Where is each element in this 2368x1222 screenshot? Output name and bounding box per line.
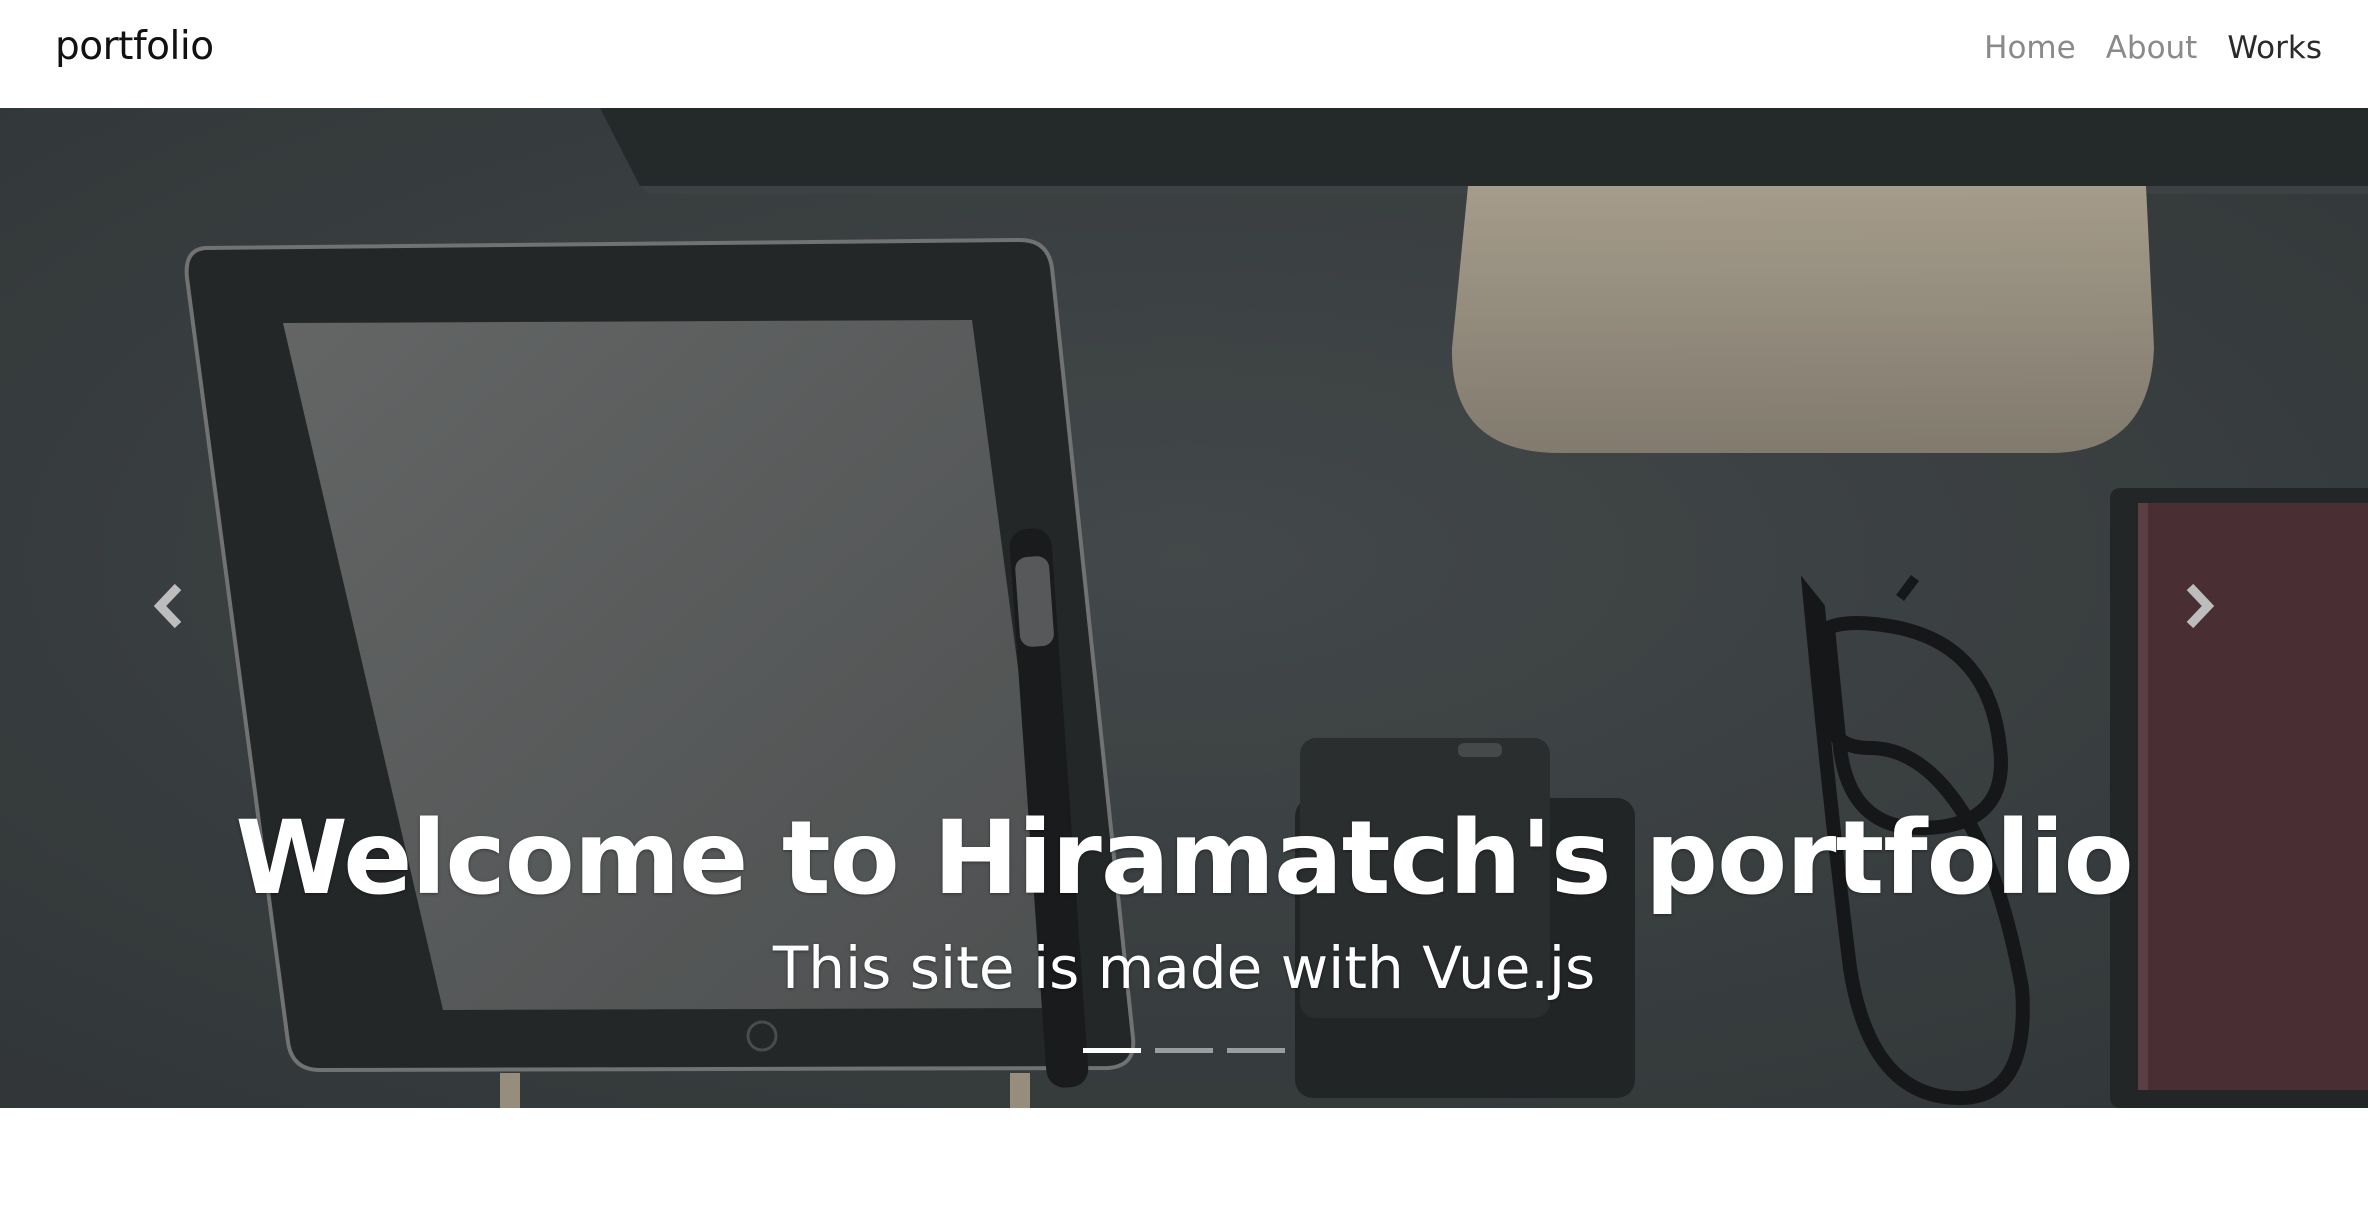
nav-link-about[interactable]: About xyxy=(2106,30,2198,66)
carousel-indicators xyxy=(0,1048,2368,1053)
carousel-indicator-1[interactable] xyxy=(1083,1048,1141,1053)
carousel-indicator-3[interactable] xyxy=(1227,1048,1285,1053)
nav-links: Home About Works xyxy=(1984,30,2322,66)
nav-link-works[interactable]: Works xyxy=(2227,30,2322,66)
brand-logo[interactable]: portfolio xyxy=(55,24,214,69)
carousel-indicator-2[interactable] xyxy=(1155,1048,1213,1053)
chevron-right-icon xyxy=(2178,583,2218,633)
hero-carousel: Welcome to Hiramatch's portfolio This si… xyxy=(0,108,2368,1108)
nav-link-home[interactable]: Home xyxy=(1984,30,2076,66)
carousel-caption: Welcome to Hiramatch's portfolio This si… xyxy=(0,798,2368,1004)
hero-subtitle: This site is made with Vue.js xyxy=(772,934,1596,1003)
navbar: portfolio Home About Works xyxy=(0,0,2368,108)
hero-title: Welcome to Hiramatch's portfolio xyxy=(235,799,2133,918)
chevron-left-icon xyxy=(150,583,190,633)
